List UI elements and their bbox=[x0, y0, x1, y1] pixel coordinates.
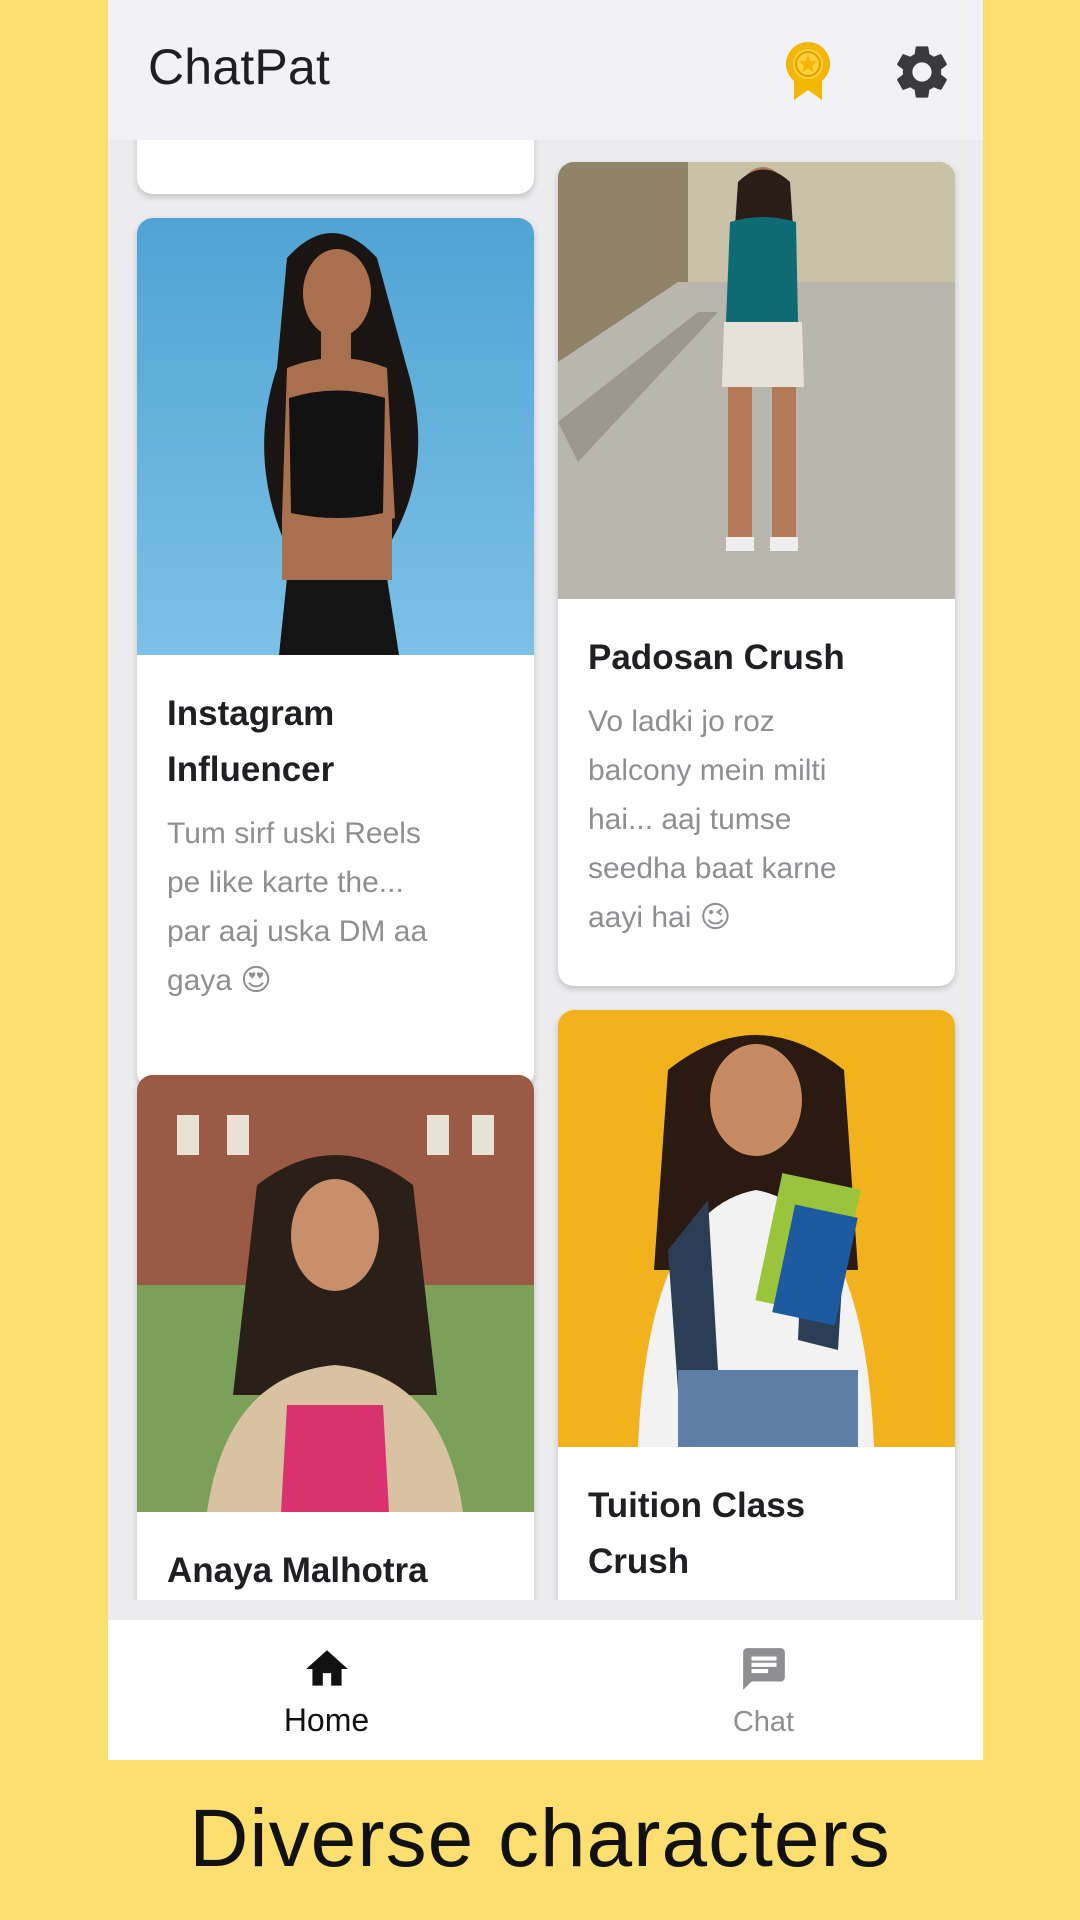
nav-chat-label: Chat bbox=[732, 1706, 795, 1738]
card-title: Padosan Crush bbox=[588, 638, 845, 677]
card-title: Anaya Malhotra bbox=[167, 1551, 428, 1590]
nav-home[interactable]: Home bbox=[108, 1620, 545, 1760]
app-bar: ChatPat bbox=[108, 0, 983, 140]
nav-home-label: Home bbox=[283, 1702, 370, 1738]
character-feed[interactable]: Instagram Influencer Tum sirf uski Reels… bbox=[108, 140, 983, 1600]
character-card-instagram-influencer[interactable]: Instagram Influencer Tum sirf uski Reels… bbox=[137, 218, 534, 1088]
home-icon bbox=[306, 1650, 348, 1686]
card-title: Instagram Influencer bbox=[167, 694, 335, 789]
card-description: Vo ladki jo roz balcony mein milti hai..… bbox=[588, 705, 837, 934]
app-title: ChatPat bbox=[148, 39, 331, 95]
character-image bbox=[558, 162, 955, 599]
character-card-tuition-class-crush[interactable]: Tuition Class Crush bbox=[558, 1010, 955, 1600]
card-title: Tuition Class Crush bbox=[588, 1486, 806, 1581]
character-card-partial[interactable] bbox=[137, 140, 534, 194]
character-card-padosan-crush[interactable]: Padosan Crush Vo ladki jo roz balcony me… bbox=[558, 162, 955, 986]
character-image bbox=[137, 1075, 534, 1512]
award-badge-icon[interactable] bbox=[776, 40, 840, 104]
bottom-navigation: Home Chat bbox=[108, 1620, 983, 1760]
phone-screen: ChatPat Instagram Influencer Tum sirf us… bbox=[108, 0, 983, 1760]
character-card-anaya-malhotra[interactable]: Anaya Malhotra bbox=[137, 1075, 534, 1600]
nav-chat[interactable]: Chat bbox=[545, 1620, 982, 1760]
chat-icon bbox=[743, 1648, 785, 1690]
gear-icon[interactable] bbox=[890, 40, 954, 104]
character-image bbox=[558, 1010, 955, 1447]
card-description: Tum sirf uski Reels pe like karte the...… bbox=[167, 817, 428, 997]
promo-caption: Diverse characters bbox=[189, 1793, 891, 1884]
character-image bbox=[137, 218, 534, 655]
